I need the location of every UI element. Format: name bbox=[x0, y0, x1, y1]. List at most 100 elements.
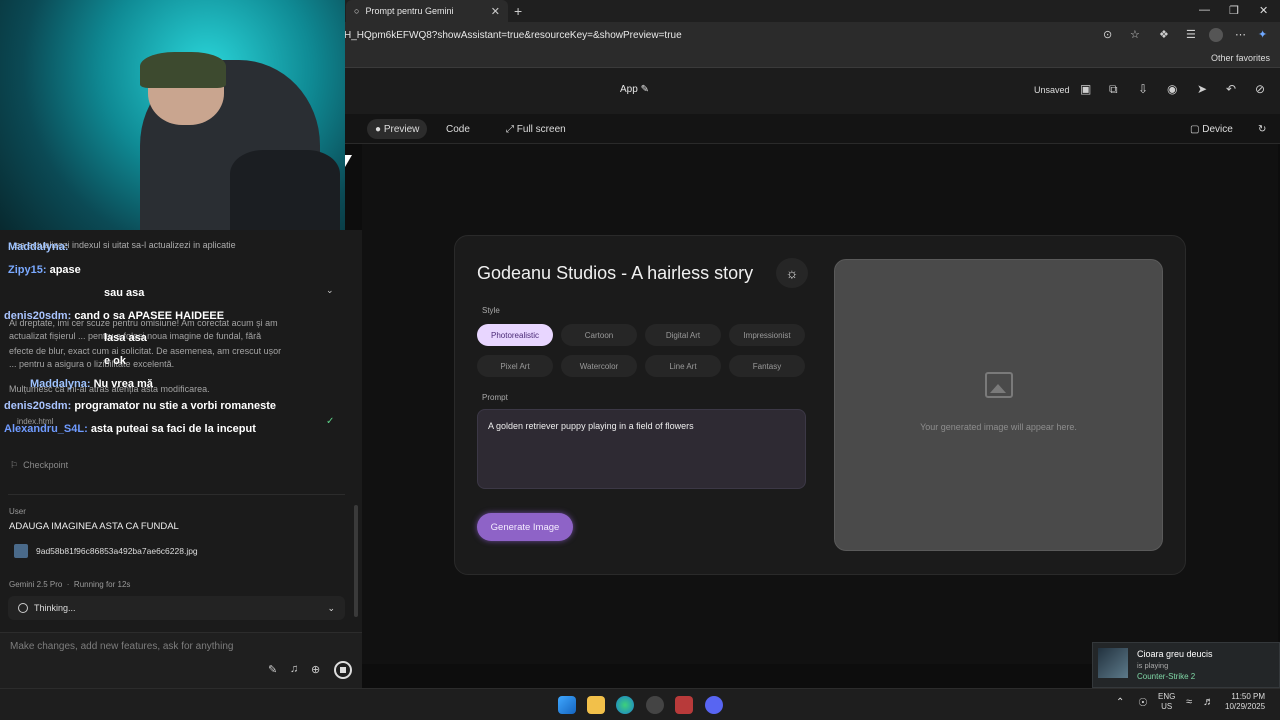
chevron-down-icon: ⌄ bbox=[327, 602, 335, 613]
save-status: Unsaved bbox=[1034, 85, 1070, 95]
prompt-textarea[interactable]: A golden retriever puppy playing in a fi… bbox=[477, 409, 806, 489]
more-options-icon[interactable]: ⋯ bbox=[1235, 28, 1246, 41]
volume-icon[interactable]: ♬ bbox=[1203, 696, 1214, 708]
extensions-icon[interactable]: ❖ bbox=[1159, 28, 1169, 41]
winrar-icon[interactable] bbox=[675, 696, 693, 714]
style-digital-art[interactable]: Digital Art bbox=[645, 324, 721, 346]
chat-line: Maddalyna: Nu vrea mă bbox=[30, 378, 153, 390]
sun-icon: ☼ bbox=[785, 265, 799, 281]
attachment-item[interactable]: 9ad58b81f96c86853a492ba7ae6c6228.jpg bbox=[14, 544, 198, 558]
device-button[interactable]: ▢ Device bbox=[1182, 119, 1241, 139]
tab-preview[interactable]: ● Preview bbox=[367, 119, 428, 139]
notification-game: Counter-Strike 2 bbox=[1137, 672, 1196, 681]
globe-icon: ○ bbox=[354, 6, 360, 16]
chat-line: e ok bbox=[104, 355, 127, 367]
thinking-accordion[interactable]: Thinking... ⌄ bbox=[8, 596, 345, 620]
url-field[interactable]: H_HQpm6kEFWQ8?showAssistant=true&resourc… bbox=[344, 30, 682, 41]
generate-image-button[interactable]: Generate Image bbox=[477, 513, 573, 541]
other-favorites-link[interactable]: Other favorites bbox=[1211, 53, 1270, 63]
style-photorealistic[interactable]: Photorealistic bbox=[477, 324, 553, 346]
scrollbar[interactable] bbox=[354, 505, 358, 617]
deploy-rocket-icon[interactable]: ➤ bbox=[1197, 82, 1207, 96]
assistant-message-line: efecte de blur, exact cum ai solicitat. … bbox=[9, 346, 282, 356]
flag-icon: ⚐ bbox=[10, 460, 19, 470]
style-impressionist[interactable]: Impressionist bbox=[729, 324, 805, 346]
chat-line: Zipy15: apase bbox=[8, 264, 81, 276]
image-placeholder-icon bbox=[985, 372, 1013, 398]
fullscreen-button[interactable]: ⤢ Full screen bbox=[498, 119, 574, 139]
system-clock[interactable]: 11:50 PM 10/29/2025 bbox=[1225, 692, 1265, 712]
microphone-shape bbox=[230, 150, 340, 230]
favorite-star-icon[interactable]: ☆ bbox=[1130, 28, 1140, 41]
share-icon[interactable]: ↶ bbox=[1226, 82, 1236, 96]
chat-input[interactable]: Make changes, add new features, ask for … bbox=[0, 632, 362, 688]
download-icon[interactable]: ⇩ bbox=[1138, 82, 1148, 96]
copy-icon[interactable]: ⧉ bbox=[1109, 82, 1118, 97]
style-fantasy[interactable]: Fantasy bbox=[729, 355, 805, 377]
language-indicator[interactable]: ENG US bbox=[1158, 692, 1175, 712]
profile-avatar[interactable] bbox=[1209, 28, 1223, 42]
chat-line: denis20sdm: cand o sa APASEE HAIDEEE bbox=[4, 310, 225, 322]
streamer-cap bbox=[140, 52, 226, 88]
style-pixel-art[interactable]: Pixel Art bbox=[477, 355, 553, 377]
chat-line: lasa asa bbox=[104, 332, 147, 344]
user-label: User bbox=[9, 507, 26, 516]
save-icon[interactable]: ▣ bbox=[1080, 82, 1091, 96]
microphone-icon[interactable]: ♫ bbox=[290, 663, 298, 675]
chat-line: sau asa bbox=[104, 287, 145, 299]
page-title: Godeanu Studios - A hairless story bbox=[477, 263, 754, 283]
magic-wand-icon[interactable]: ✎ bbox=[268, 663, 277, 676]
edit-pencil-icon[interactable]: ✎ bbox=[641, 84, 649, 95]
tab-title: Prompt pentru Gemini bbox=[365, 6, 454, 16]
refresh-icon[interactable]: ↻ bbox=[1250, 119, 1274, 139]
theme-toggle-button[interactable]: ☼ bbox=[776, 258, 808, 288]
assistant-message-line: ... pentru a asigura o lizibilitate exce… bbox=[9, 359, 175, 369]
close-tab-icon[interactable]: ✕ bbox=[491, 5, 500, 18]
hide-panel-icon[interactable]: ⊘ bbox=[1255, 82, 1265, 96]
github-icon[interactable]: ◉ bbox=[1167, 82, 1177, 96]
edge-browser-icon[interactable] bbox=[616, 696, 634, 714]
minimize-icon[interactable]: — bbox=[1199, 4, 1210, 16]
windows-start-icon[interactable] bbox=[558, 696, 576, 714]
checkpoint-link[interactable]: ⚐ Checkpoint bbox=[10, 460, 68, 471]
style-line-art[interactable]: Line Art bbox=[645, 355, 721, 377]
new-tab-button[interactable]: + bbox=[514, 3, 522, 19]
notification-name: Cioara greu deucis bbox=[1137, 649, 1213, 659]
file-explorer-icon[interactable] bbox=[587, 696, 605, 714]
chat-line: Alexandru_S4L: asta puteai sa faci de la… bbox=[4, 423, 256, 435]
style-cartoon[interactable]: Cartoon bbox=[561, 324, 637, 346]
chevron-down-icon[interactable]: ⌄ bbox=[326, 285, 334, 296]
tab-code[interactable]: Code bbox=[438, 119, 478, 139]
image-output-panel bbox=[834, 259, 1163, 551]
user-message: ADAUGA IMAGINEA ASTA CA FUNDAL bbox=[9, 521, 179, 532]
chat-line: denis20sdm: programator nu stie a vorbi … bbox=[4, 400, 277, 412]
microphone-tray-icon[interactable]: ☉ bbox=[1138, 696, 1148, 709]
app-title[interactable]: App ✎ bbox=[620, 84, 649, 95]
discord-icon[interactable] bbox=[705, 696, 723, 714]
tab-prompt-pentru-gemini[interactable]: ○ Prompt pentru Gemini ✕ bbox=[346, 0, 508, 22]
reader-mode-icon[interactable]: ⊙ bbox=[1103, 28, 1112, 41]
maximize-icon[interactable]: ❐ bbox=[1229, 4, 1239, 17]
image-placeholder-text: Your generated image will appear here. bbox=[920, 422, 1077, 432]
notification-status: is playing bbox=[1137, 661, 1169, 670]
divider bbox=[8, 494, 345, 495]
obs-icon[interactable] bbox=[646, 696, 664, 714]
style-watercolor[interactable]: Watercolor bbox=[561, 355, 637, 377]
copilot-icon[interactable]: ✦ bbox=[1258, 28, 1267, 41]
preview-toolbar: ● Preview Code ⤢ Full screen ▢ Device ↻ bbox=[345, 114, 1280, 144]
add-icon[interactable]: ⊕ bbox=[311, 663, 320, 676]
mouse-cursor bbox=[345, 155, 352, 167]
expand-icon: ⤢ bbox=[506, 123, 514, 135]
device-icon: ▢ bbox=[1190, 123, 1200, 135]
spinner-icon bbox=[18, 603, 28, 613]
style-label: Style bbox=[482, 306, 500, 315]
prompt-label: Prompt bbox=[482, 393, 508, 402]
taskbar bbox=[0, 688, 1280, 720]
stop-button[interactable] bbox=[334, 661, 352, 679]
chat-input-placeholder: Make changes, add new features, ask for … bbox=[10, 641, 234, 652]
chevron-up-icon[interactable]: ⌃ bbox=[1116, 697, 1124, 708]
chat-line: Maddalyna: bbox=[8, 241, 69, 253]
collections-icon[interactable]: ☰ bbox=[1186, 28, 1196, 41]
wifi-icon[interactable]: ≈ bbox=[1186, 696, 1192, 708]
close-window-icon[interactable]: ✕ bbox=[1259, 4, 1268, 17]
